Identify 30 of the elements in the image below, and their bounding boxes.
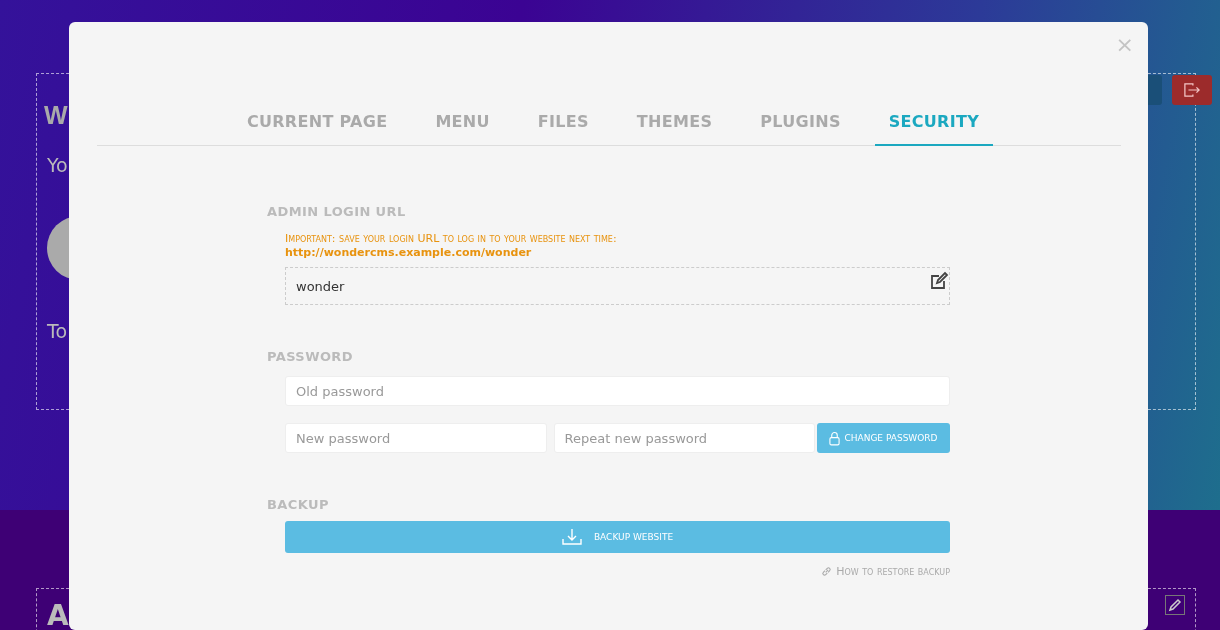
tab[interactable]: FILES [523,100,603,146]
edit-icon[interactable] [1165,595,1185,615]
tab[interactable]: THEMES [622,100,727,146]
tab[interactable]: PLUGINS [746,100,855,146]
tab[interactable]: MENU [421,100,504,146]
old-password-field[interactable]: Old password [285,376,950,406]
section-title: BACKUP [267,497,330,512]
repeat-password-field[interactable]: Repeat new password [553,423,815,453]
edit-icon[interactable] [929,271,949,291]
section-heading: A [47,599,69,630]
tab[interactable]: CURRENT PAGE [232,100,402,146]
logout-button[interactable] [1172,75,1212,105]
link-icon [821,566,833,577]
new-password-field[interactable]: New password [285,423,547,453]
logout-icon [1183,82,1201,98]
login-url-field[interactable]: wonder [285,267,950,305]
restore-backup-link[interactable]: How to restore backup [821,565,950,578]
login-url-notice: Important: save your login URL to log in to your website next time: [285,232,618,245]
close-button[interactable]: × [1115,33,1134,57]
section-title: ADMIN LOGIN URL [267,204,407,219]
lock-icon [829,430,841,446]
download-icon [561,528,582,546]
section-title: PASSWORD [267,349,354,364]
page-subtitle: Yo [47,154,68,176]
backup-website-button[interactable]: BACKUP WEBSITE [285,521,950,553]
login-url: http://wondercms.example.com/wonder [285,246,533,259]
tab[interactable]: SECURITY [874,100,994,146]
page-heading: W [44,100,68,131]
change-password-button[interactable]: CHANGE PASSWORD [817,423,950,453]
page-text: To [47,320,67,342]
